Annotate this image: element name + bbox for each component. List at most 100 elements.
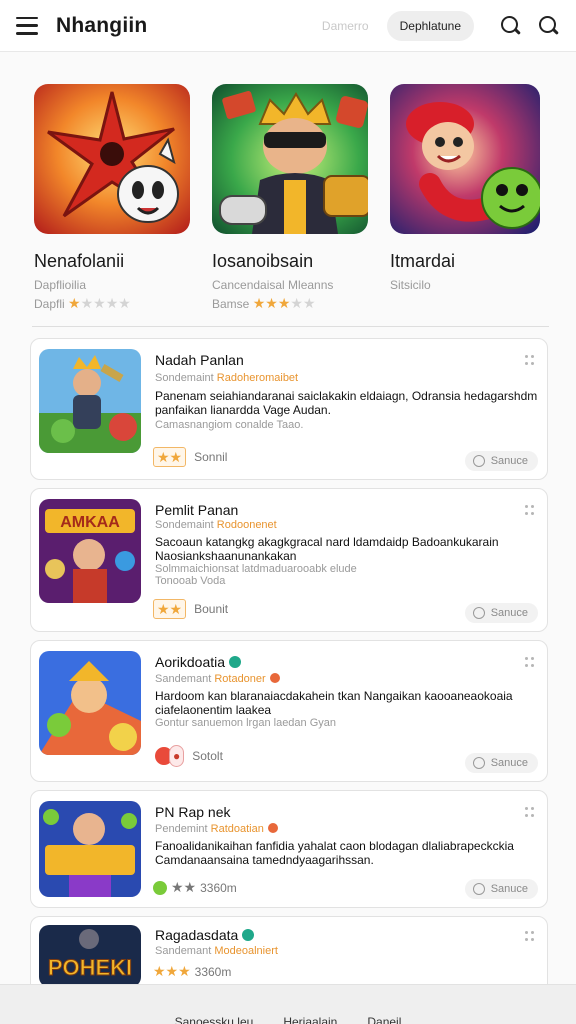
app-title-text: Aorikdoatia	[155, 654, 226, 670]
app-meta: Sondemaint Radoheromaibet	[155, 372, 298, 384]
featured-subtitle: Cancendaisal Mleanns	[212, 278, 334, 292]
app-rating: ★★ Sonnil	[153, 447, 227, 467]
tab-active[interactable]: Dephlatune	[386, 10, 474, 41]
rating-label: Dapfli	[34, 297, 65, 311]
comment-button[interactable]: Sanuce	[464, 753, 538, 773]
featured-row: Nenafolanii Dapflioilia Dapfli ★★★★★ Ios…	[34, 84, 576, 312]
app-meta: Sandemant Rotadoner	[155, 673, 280, 685]
rating-badge: ●	[169, 745, 185, 767]
featured-card[interactable]: Nenafolanii Dapflioilia Dapfli ★★★★★	[34, 84, 212, 312]
app-title[interactable]: Ragadasdata	[155, 927, 255, 943]
drag-handle-icon[interactable]	[525, 807, 535, 817]
list-item[interactable]: AMKAA Pemlit Panan Sondemaint Rodoonenet…	[30, 488, 548, 632]
chat-icon	[472, 757, 485, 769]
section-divider	[32, 326, 549, 327]
chat-icon	[472, 607, 485, 619]
featured-title[interactable]: Nenafolanii	[34, 251, 212, 272]
app-title-text: Ragadasdata	[155, 927, 239, 943]
chat-icon	[472, 455, 485, 467]
app-title[interactable]: Nadah Panlan	[155, 352, 244, 368]
comment-button-label: Sanuce	[490, 455, 528, 467]
app-description: Hardoom kan blaranaiacdakahein tkan Nang…	[155, 689, 513, 717]
rating-text: Sotolt	[192, 749, 223, 763]
featured-subtitle: Dapflioilia	[34, 278, 87, 292]
app-note: Gontur sanuemon lrgan laedan Gyan	[155, 717, 337, 729]
meta-highlight: Rodoonenet	[216, 519, 277, 531]
star-rating-icon: ★★★★★	[68, 295, 131, 311]
star-icon: ★★	[171, 879, 197, 895]
drag-handle-icon[interactable]	[525, 355, 535, 365]
bottom-nav-item[interactable]: Sanoessku leu	[175, 1015, 254, 1024]
verified-icon	[229, 656, 242, 668]
app-thumbnail[interactable]	[39, 349, 141, 453]
comment-button[interactable]: Sanuce	[464, 451, 538, 471]
app-rating: ★★ 3360m	[153, 879, 237, 896]
star-icon: ★★★	[153, 963, 191, 979]
svg-text:POHEKI: POHEKI	[48, 955, 132, 980]
app-title[interactable]: Pemlit Panan	[155, 502, 238, 518]
featured-rating: Bamse ★★★★★	[212, 295, 390, 312]
app-description: Sacoaun katangkg akagkgracal nard ldamda…	[155, 535, 499, 563]
top-app-bar: Nhangiin Damerro Dephlatune	[0, 0, 576, 52]
tab-ghost[interactable]: Damerro	[322, 19, 369, 33]
app-note: Camasnangiom conalde Taao.	[155, 419, 304, 431]
meta-highlight: Radoheromaibet	[216, 372, 299, 384]
drag-handle-icon[interactable]	[525, 657, 535, 667]
app-note: Solmmaichionsat latdmaduarooabk elude	[155, 563, 357, 575]
featured-thumbnail[interactable]	[34, 84, 190, 234]
app-thumbnail[interactable]: AMKAA	[39, 499, 141, 603]
search-icon-secondary[interactable]	[538, 15, 560, 37]
drag-handle-icon[interactable]	[525, 931, 535, 941]
rating-text: Bounit	[194, 602, 229, 616]
meta-prefix: Pendemint	[155, 823, 208, 835]
comment-button-label: Sanuce	[490, 757, 528, 769]
app-meta: Sandemant Modeoalniert	[155, 945, 278, 957]
star-rating-icon: ★★★★★	[252, 295, 316, 311]
comment-button[interactable]: Sanuce	[464, 603, 538, 623]
verified-icon	[242, 929, 255, 941]
drag-handle-icon[interactable]	[525, 505, 535, 515]
app-meta: Pendemint Ratdoatian	[155, 823, 278, 835]
info-icon	[267, 823, 278, 833]
rating-text: 3360m	[200, 880, 237, 895]
app-description: Fanoalidanikaihan fanfidia yahalat caon …	[155, 839, 514, 867]
comment-button-label: Sanuce	[490, 607, 528, 619]
app-title[interactable]: PN Rap nek	[155, 804, 230, 820]
featured-card[interactable]: Itmardai Sitsicilo	[390, 84, 568, 312]
app-title: Nhangiin	[56, 13, 148, 37]
featured-title[interactable]: Iosanoibsain	[212, 251, 390, 272]
app-thumbnail[interactable]	[39, 801, 141, 897]
meta-highlight: Modeoalniert	[214, 945, 278, 957]
meta-prefix: Sandemant	[155, 673, 212, 685]
featured-subtitle: Sitsicilo	[390, 278, 431, 292]
rating-badge: ★★	[153, 447, 187, 467]
rating-badge: ★★	[153, 599, 187, 619]
featured-thumbnail[interactable]	[390, 84, 540, 234]
rating-label: Bamse	[212, 297, 250, 311]
bottom-nav-item[interactable]: Heriaalain	[283, 1015, 337, 1024]
list-item[interactable]: Aorikdoatia Sandemant Rotadoner Hardoom …	[30, 640, 548, 782]
app-meta: Sondemaint Rodoonenet	[155, 519, 277, 531]
featured-title[interactable]: Itmardai	[390, 251, 568, 272]
list-item[interactable]: Nadah Panlan Sondemaint Radoheromaibet P…	[30, 338, 548, 480]
meta-highlight: Rotadoner	[214, 673, 266, 685]
list-item[interactable]: PN Rap nek Pendemint Ratdoatian Fanoalid…	[30, 790, 548, 908]
meta-prefix: Sondemaint	[155, 372, 214, 384]
hamburger-menu-icon[interactable]	[16, 16, 38, 35]
comment-button[interactable]: Sanuce	[464, 879, 538, 899]
featured-card[interactable]: Iosanoibsain Cancendaisal Mleanns Bamse …	[212, 84, 390, 312]
chat-icon	[472, 883, 485, 895]
info-icon	[269, 673, 280, 683]
search-icon[interactable]	[500, 15, 522, 37]
app-rating: ★★ Bounit	[153, 599, 228, 619]
bottom-nav: Sanoessku leu Heriaalain Daneil	[0, 984, 576, 1024]
bottom-nav-item[interactable]: Daneil	[367, 1015, 401, 1024]
featured-thumbnail[interactable]	[212, 84, 368, 234]
app-note-secondary: Tonooab Voda	[155, 575, 226, 587]
app-thumbnail[interactable]	[39, 651, 141, 755]
star-icon: ★★	[157, 600, 183, 617]
star-icon: ★★	[157, 448, 183, 465]
rating-text: Sonnil	[194, 450, 228, 464]
app-thumbnail[interactable]: POHEKI	[39, 925, 141, 987]
app-title[interactable]: Aorikdoatia	[155, 654, 242, 670]
